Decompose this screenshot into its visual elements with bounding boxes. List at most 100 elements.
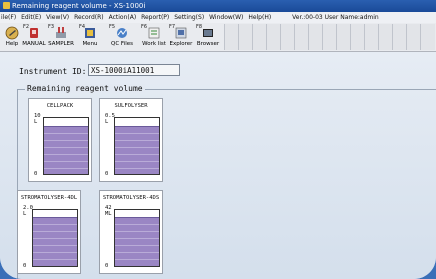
reagent-panel-stromatolyser-4dl: STROMATOLYSER-4DL 2.0 L 0: [17, 190, 81, 274]
tank-grid-line: [115, 168, 159, 170]
tank-grid-line: [115, 230, 159, 232]
empty-toolbar-slot[interactable]: [364, 24, 379, 50]
menu-bar: ile(F) Edit(E) View(V) Record(R) Action(…: [0, 12, 436, 23]
fkey-label: F2: [23, 24, 30, 30]
empty-toolbar-slot[interactable]: [420, 24, 435, 50]
empty-toolbar-slot[interactable]: [280, 24, 295, 50]
empty-toolbar-slot[interactable]: [308, 24, 323, 50]
sampler-button[interactable]: F3 SAMPLER: [47, 24, 75, 50]
work-list-label: Work list: [142, 41, 166, 47]
explorer-button[interactable]: F7 Explorer: [168, 24, 194, 50]
menu-button[interactable]: F4 Menu: [78, 24, 102, 50]
help-icon: [5, 26, 19, 40]
tank-grid-line: [115, 223, 159, 225]
instrument-id-field: XS-1000iA11001: [88, 64, 180, 76]
empty-toolbar-slot[interactable]: [238, 24, 253, 50]
tank-grid-line: [44, 154, 88, 156]
menu-report[interactable]: Report(P): [141, 14, 169, 21]
reagent-name: STROMATOLYSER-4DL: [20, 195, 78, 201]
qc-files-icon: [117, 28, 127, 38]
tank-grid-line: [115, 147, 159, 149]
manual-analysis-icon: [30, 28, 38, 38]
version-user-info: Ver.:00-03 User Name:admin: [292, 14, 379, 21]
tank-grid-line: [33, 230, 77, 232]
explorer-icon: [175, 27, 187, 39]
reagent-zero: 0: [34, 171, 38, 177]
tank-grid-line: [115, 237, 159, 239]
window-title: Remaining reagent volume - XS-1000i: [12, 2, 146, 10]
reagent-zero: 0: [105, 171, 109, 177]
fkey-label: F7: [169, 24, 176, 30]
menu-window[interactable]: Window(W): [209, 14, 243, 21]
empty-toolbar-slot[interactable]: [322, 24, 337, 50]
menu-view[interactable]: View(V): [46, 14, 69, 21]
empty-toolbar-slot[interactable]: [252, 24, 267, 50]
empty-toolbar-slot[interactable]: [224, 24, 239, 50]
reagent-tank: [32, 209, 78, 267]
title-bar: Remaining reagent volume - XS-1000i: [0, 0, 436, 12]
tank-grid-line: [115, 244, 159, 246]
reagent-tank: [43, 117, 89, 175]
tank-grid-line: [33, 223, 77, 225]
tank-grid-line: [33, 237, 77, 239]
help-button[interactable]: Help: [2, 24, 22, 50]
menu-file[interactable]: ile(F): [1, 14, 16, 21]
tank-grid-line: [44, 140, 88, 142]
reagent-tank: [114, 209, 160, 267]
browser-icon: [203, 29, 213, 37]
instrument-id-label: Instrument ID:: [19, 67, 87, 76]
tank-grid-line: [44, 168, 88, 170]
tank-grid-line: [33, 265, 77, 266]
tank-grid-line: [33, 244, 77, 246]
fkey-label: F3: [48, 24, 55, 30]
reagent-max: 10 L: [34, 113, 41, 125]
qc-files-label: QC Files: [111, 41, 133, 47]
fkey-label: F6: [141, 24, 148, 30]
reagent-panel-cellpack: CELLPACK 10 L 0: [28, 98, 92, 182]
browser-label: Browser: [196, 41, 220, 47]
menu-edit[interactable]: Edit(E): [21, 14, 41, 21]
empty-toolbar-slot[interactable]: [392, 24, 407, 50]
tank-grid-line: [44, 161, 88, 163]
empty-toolbar-slot[interactable]: [294, 24, 309, 50]
fkey-label: F8: [196, 24, 203, 30]
sampler-icon: [56, 27, 66, 38]
fkey-label: F4: [79, 24, 86, 30]
reagent-name: CELLPACK: [46, 103, 74, 109]
tank-grid-line: [115, 258, 159, 260]
menu-icon: [85, 28, 95, 38]
reagent-max: 42 ML: [105, 205, 112, 217]
tank-grid-line: [44, 133, 88, 135]
work-list-button[interactable]: F6 Work list: [140, 24, 168, 50]
tank-grid-line: [115, 265, 159, 266]
tank-grid-line: [115, 154, 159, 156]
menu-help[interactable]: Help(H): [248, 14, 271, 21]
tank-grid-line: [33, 258, 77, 260]
tank-grid-line: [115, 133, 159, 135]
reagent-volume-group: Remaining reagent volume CELLPACK 10 L 0 …: [17, 84, 436, 279]
reagent-tank: [114, 117, 160, 175]
toolbar: Help F2 MANUAL F3 SAMPLER F4 Menu F5 QC …: [0, 23, 436, 52]
reagent-zero: 0: [105, 263, 109, 269]
qc-files-button[interactable]: F5 QC Files: [108, 24, 136, 50]
empty-toolbar-slot[interactable]: [266, 24, 281, 50]
empty-toolbar-slot[interactable]: [406, 24, 421, 50]
tank-grid-line: [115, 251, 159, 253]
empty-toolbar-slot[interactable]: [350, 24, 365, 50]
empty-toolbar-slot[interactable]: [378, 24, 393, 50]
menu-setting[interactable]: Setting(S): [174, 14, 204, 21]
fkey-label: F5: [109, 24, 116, 30]
group-title: Remaining reagent volume: [25, 84, 145, 93]
tank-grid-line: [115, 140, 159, 142]
menu-record[interactable]: Record(R): [74, 14, 104, 21]
empty-toolbar-slot[interactable]: [336, 24, 351, 50]
tank-grid-line: [33, 251, 77, 253]
reagent-panel-sulfolyser: SULFOLYSER 0.5 L 0: [99, 98, 163, 182]
manual-button[interactable]: F2 MANUAL: [22, 24, 46, 50]
main-content: Instrument ID: XS-1000iA11001 Remaining …: [0, 52, 436, 279]
browser-button[interactable]: F8 Browser: [195, 24, 221, 50]
app-window: Remaining reagent volume - XS-1000i ile(…: [0, 0, 436, 279]
manual-label: MANUAL: [22, 41, 46, 47]
reagent-zero: 0: [23, 263, 27, 269]
menu-action[interactable]: Action(A): [109, 14, 137, 21]
